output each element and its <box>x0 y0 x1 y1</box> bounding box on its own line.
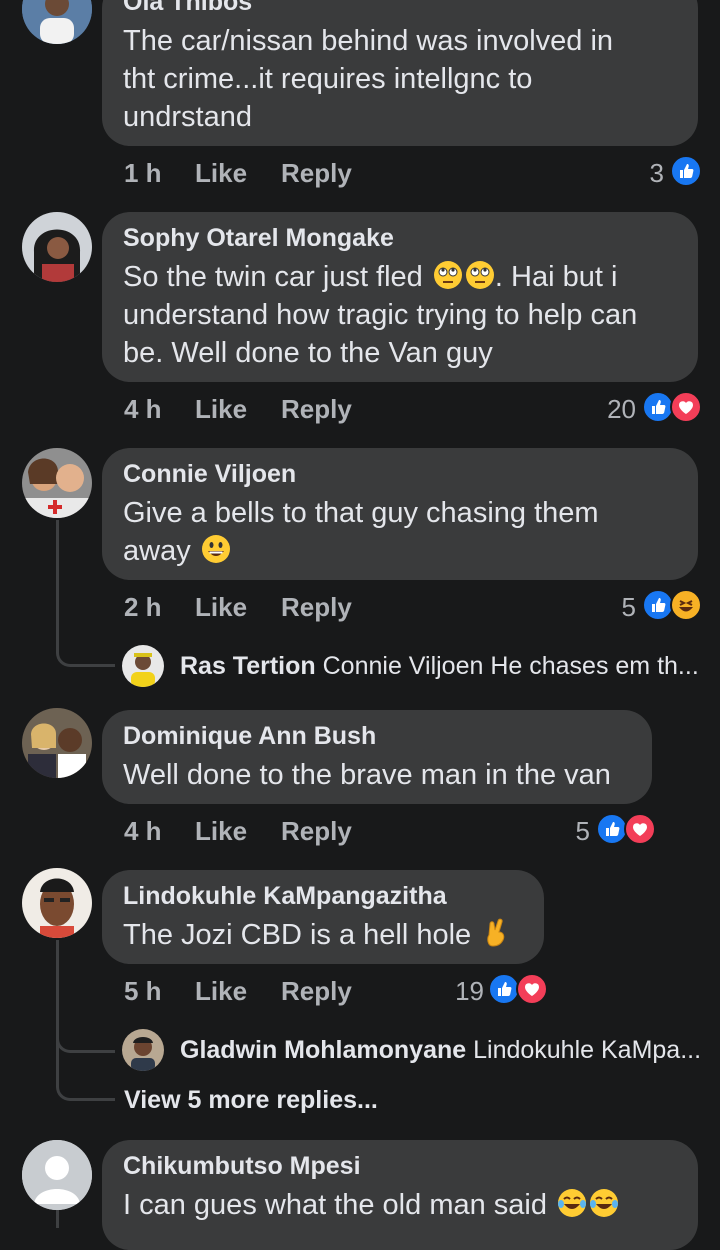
like-reaction-icon <box>670 155 702 187</box>
view-more-replies-link[interactable]: View 5 more replies... <box>124 1086 378 1115</box>
comment-text-part: I can gues what the old man said <box>123 1189 547 1221</box>
reaction-count[interactable]: 20 <box>590 394 636 425</box>
like-button[interactable]: Like <box>195 158 247 189</box>
comment-text: Give a bells to that guy chasing them <box>123 497 599 529</box>
avatar[interactable] <box>22 868 92 938</box>
love-reaction-icon <box>670 391 702 423</box>
comment-text: The Jozi CBD is a hell hole <box>123 916 511 954</box>
rolling-eyes-emoji-icon <box>433 261 462 289</box>
comment-time[interactable]: 5 h <box>124 976 162 1007</box>
comment-text: I can gues what the old man said <box>123 1186 619 1224</box>
thread-connector <box>56 1006 115 1053</box>
comment-text: The car/nissan behind was involved in <box>123 25 614 57</box>
comment-text: away <box>123 532 231 570</box>
reply-preview[interactable]: Ras Tertion Connie Viljoen He chases em … <box>180 652 700 681</box>
reply-button[interactable]: Reply <box>281 592 352 623</box>
reply-author[interactable]: Ras Tertion <box>180 652 316 680</box>
like-button[interactable]: Like <box>195 394 247 425</box>
comment-author[interactable]: Sophy Otarel Mongake <box>123 224 394 253</box>
reaction-count[interactable]: 19 <box>446 976 484 1007</box>
comment-time[interactable]: 4 h <box>124 816 162 847</box>
comment-author[interactable]: Connie Viljoen <box>123 460 296 489</box>
love-reaction-icon <box>516 973 548 1005</box>
avatar[interactable] <box>22 1140 92 1210</box>
tears-of-joy-emoji-icon <box>558 1189 587 1217</box>
avatar[interactable] <box>122 645 164 687</box>
reply-text: Lindokuhle KaMpa... <box>473 1036 700 1064</box>
comment-text: undrstand <box>123 101 252 133</box>
comment-text: Well done to the brave man in the van <box>123 759 611 791</box>
reply-button[interactable]: Reply <box>281 816 352 847</box>
comment-author[interactable]: Lindokuhle KaMpangazitha <box>123 882 447 911</box>
avatar[interactable] <box>22 212 92 282</box>
comment-text-part: away <box>123 535 191 567</box>
comment-time[interactable]: 1 h <box>124 158 162 189</box>
like-button[interactable]: Like <box>195 592 247 623</box>
love-reaction-icon <box>624 813 656 845</box>
thread-line <box>56 1210 59 1228</box>
comment-text: So the twin car just fled . Hai but i <box>123 258 617 296</box>
comment-author[interactable]: Chikumbutso Mpesi <box>123 1152 361 1181</box>
reply-button[interactable]: Reply <box>281 394 352 425</box>
crossed-fingers-emoji-icon <box>487 918 505 947</box>
like-button[interactable]: Like <box>195 976 247 1007</box>
reaction-count[interactable]: 3 <box>620 158 664 189</box>
comment-time[interactable]: 2 h <box>124 592 162 623</box>
comment-text: understand how tragic trying to help can <box>123 299 638 331</box>
comment-time[interactable]: 4 h <box>124 394 162 425</box>
thread-connector <box>56 1050 115 1101</box>
reply-preview[interactable]: Gladwin Mohlamonyane Lindokuhle KaMpa... <box>180 1036 700 1065</box>
avatar[interactable] <box>22 708 92 778</box>
tears-of-joy-emoji-icon <box>590 1189 619 1217</box>
reaction-count[interactable]: 5 <box>600 592 636 623</box>
reply-text: Connie Viljoen He chases em th... <box>322 652 699 680</box>
grinning-emoji-icon <box>201 535 230 563</box>
comment-text-part: The Jozi CBD is a hell hole <box>123 919 472 951</box>
comment-text: tht crime...it requires intellgnc to <box>123 63 533 95</box>
comment-author[interactable]: Dominique Ann Bush <box>123 722 376 751</box>
reply-button[interactable]: Reply <box>281 976 352 1007</box>
comment-text: be. Well done to the Van guy <box>123 337 493 369</box>
reply-button[interactable]: Reply <box>281 158 352 189</box>
comment-text-part: . Hai but i <box>494 261 618 293</box>
like-button[interactable]: Like <box>195 816 247 847</box>
rolling-eyes-emoji-icon <box>465 261 494 289</box>
comment-text-part: So the twin car just fled <box>123 261 423 293</box>
avatar[interactable] <box>122 1029 164 1071</box>
haha-reaction-icon <box>670 589 702 621</box>
reply-author[interactable]: Gladwin Mohlamonyane <box>180 1036 466 1064</box>
reaction-count[interactable]: 5 <box>556 816 590 847</box>
avatar[interactable] <box>22 0 92 44</box>
comment-author[interactable]: Ola Thibos <box>123 0 252 17</box>
thread-connector <box>56 620 115 667</box>
avatar[interactable] <box>22 448 92 518</box>
